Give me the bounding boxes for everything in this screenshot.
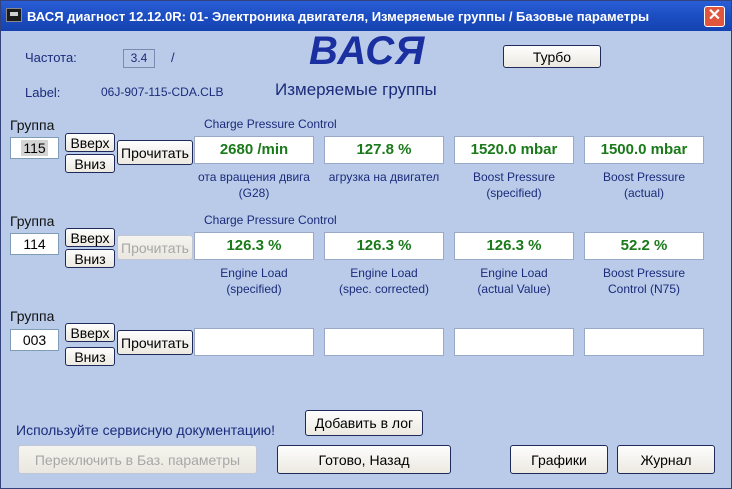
turbo-button[interactable]: Турбо: [503, 45, 601, 68]
value-field: 1520.0 mbar: [454, 136, 574, 164]
brand-logo: ВАСЯ: [309, 29, 426, 73]
group-down-button[interactable]: Вниз: [65, 249, 115, 268]
group-number-input[interactable]: 003: [10, 329, 59, 351]
value-caption: агрузка на двигател: [328, 170, 440, 184]
value-field: [454, 328, 574, 356]
value-caption: Boost Pressure Control (N75): [602, 266, 686, 296]
graphs-button[interactable]: Графики: [510, 445, 608, 474]
group-label: Группа: [10, 117, 55, 133]
value-caption: Engine Load (spec. corrected): [338, 266, 430, 296]
group-number-text: 115: [21, 140, 48, 156]
group-up-button[interactable]: Вверх: [65, 133, 115, 152]
value-caption: ота вращения двига (G28): [198, 170, 310, 200]
value-field: 52.2 %: [584, 232, 704, 260]
value-field: 127.8 %: [324, 136, 444, 164]
value-field: [584, 328, 704, 356]
label-key: Label:: [25, 85, 61, 100]
switch-basic-params-button[interactable]: Переключить в Баз. параметры: [18, 445, 257, 474]
read-button[interactable]: Прочитать: [117, 140, 193, 165]
value-field: 2680 /min: [194, 136, 314, 164]
read-button[interactable]: Прочитать: [117, 235, 193, 260]
value-field: [324, 328, 444, 356]
group-label: Группа: [10, 308, 55, 324]
group-up-button[interactable]: Вверх: [65, 323, 115, 342]
journal-button[interactable]: Журнал: [617, 445, 715, 474]
add-to-log-button[interactable]: Добавить в лог: [305, 410, 423, 436]
value-caption: Engine Load (specified): [220, 266, 288, 296]
group-down-button[interactable]: Вниз: [65, 347, 115, 366]
group-title: Charge Pressure Control: [204, 213, 337, 227]
done-back-button[interactable]: Готово, Назад: [277, 445, 451, 474]
frequency-value: 3.4: [123, 49, 155, 68]
app-icon: [6, 8, 22, 22]
group-title: Charge Pressure Control: [204, 117, 337, 131]
value-field: 126.3 %: [454, 232, 574, 260]
group-down-button[interactable]: Вниз: [65, 154, 115, 173]
group-label: Группа: [10, 213, 55, 229]
value-field: 126.3 %: [194, 232, 314, 260]
read-button[interactable]: Прочитать: [117, 330, 193, 355]
main-window: ВАСЯ диагност 12.12.0R: 01- Электроника …: [0, 0, 732, 489]
value-caption: Boost Pressure (actual): [602, 170, 686, 200]
service-docs-hint: Используйте сервисную документацию!: [16, 422, 276, 438]
window-title: ВАСЯ диагност 12.12.0R: 01- Электроника …: [27, 9, 650, 24]
section-title: Измеряемые группы: [275, 80, 437, 99]
close-button[interactable]: ✕: [704, 6, 725, 27]
label-file: 06J-907-115-CDA.CLB: [101, 85, 224, 99]
group-number-input[interactable]: 115: [10, 137, 59, 159]
frequency-label: Частота:: [25, 50, 77, 65]
frequency-separator: /: [171, 50, 175, 65]
group-up-button[interactable]: Вверх: [65, 228, 115, 247]
value-field: [194, 328, 314, 356]
title-bar[interactable]: ВАСЯ диагност 12.12.0R: 01- Электроника …: [1, 1, 731, 31]
value-caption: Engine Load (actual Value): [477, 266, 551, 296]
group-number-input[interactable]: 114: [10, 233, 59, 255]
value-caption: Boost Pressure (specified): [472, 170, 556, 200]
value-field: 1500.0 mbar: [584, 136, 704, 164]
value-field: 126.3 %: [324, 232, 444, 260]
